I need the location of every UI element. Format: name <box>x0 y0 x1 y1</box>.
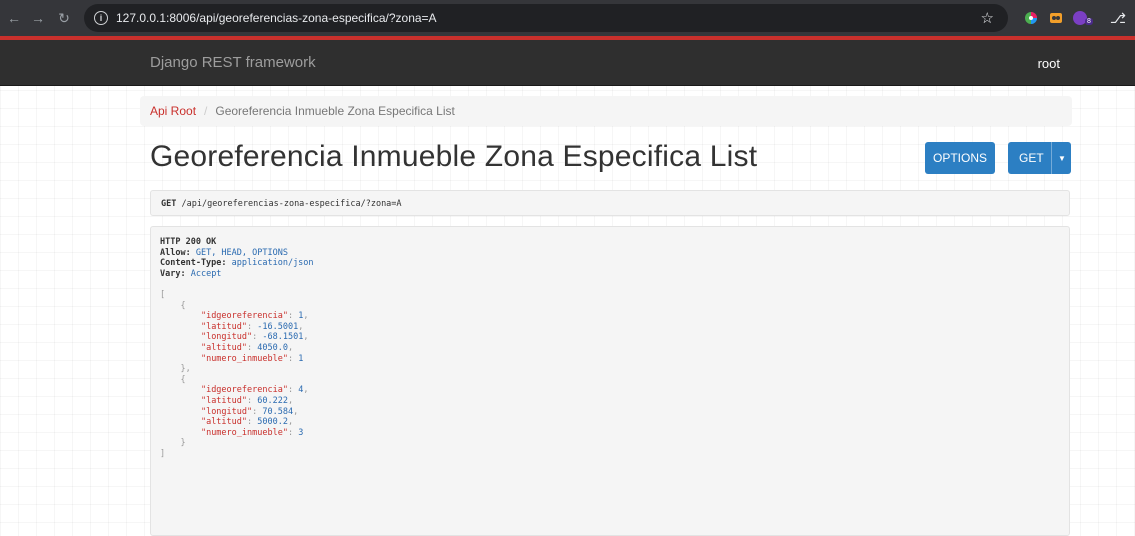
json-value: -68.1501 <box>262 332 304 343</box>
json-close-brace: } <box>160 438 186 449</box>
json-row: "numero_inmueble": 3 <box>200 427 304 438</box>
extensions-puzzle-icon[interactable]: ⎇ <box>1108 10 1128 27</box>
json-close-bracket: ] <box>160 448 166 459</box>
json-row: "altitud": 5000.2, <box>200 417 294 428</box>
header-value: GET, HEAD, OPTIONS <box>195 247 288 258</box>
extension-badge: 8 <box>1085 18 1093 25</box>
reload-icon[interactable]: ↻ <box>54 10 74 27</box>
star-icon[interactable]: ☆ <box>981 9 994 27</box>
json-value: 5000.2 <box>257 417 288 428</box>
browser-toolbar: ← → ↻ i 127.0.0.1:8006/api/georeferencia… <box>0 0 1135 36</box>
options-button-label: OPTIONS <box>932 151 987 165</box>
top-navbar: Django REST framework root <box>0 40 1135 86</box>
json-row: "idgeoreferencia": 4, <box>200 385 309 396</box>
color-extension-icon[interactable] <box>1023 10 1039 26</box>
json-value: 4050.0 <box>257 342 288 353</box>
header-key: Content-Type: <box>160 258 227 269</box>
json-row: "numero_inmueble": 1 <box>200 353 304 364</box>
json-value: 60.222 <box>257 395 288 406</box>
json-row: "latitud": 60.222, <box>200 395 294 406</box>
breadcrumb-current: Georeferencia Inmueble Zona Especifica L… <box>215 104 455 118</box>
json-value: -16.5001 <box>257 321 299 332</box>
puzzle-extension-icon[interactable] <box>1048 10 1064 26</box>
info-icon[interactable]: i <box>94 11 108 25</box>
header-key: Vary: <box>160 268 186 279</box>
request-method: GET <box>161 199 177 209</box>
json-open-brace: { <box>160 374 186 385</box>
header-value: application/json <box>231 258 314 269</box>
user-menu[interactable]: root <box>1038 56 1060 71</box>
breadcrumb-separator: / <box>204 104 208 118</box>
address-bar[interactable]: i 127.0.0.1:8006/api/georeferencias-zona… <box>84 4 1008 32</box>
address-url[interactable]: 127.0.0.1:8006/api/georeferencias-zona-e… <box>116 11 437 25</box>
response-status: HTTP 200 OK <box>160 237 217 247</box>
json-close-brace: }, <box>160 364 191 375</box>
brand-link[interactable]: Django REST framework <box>150 54 316 71</box>
options-button[interactable]: OPTIONS <box>925 142 995 174</box>
json-value: 3 <box>298 427 304 438</box>
arrow-right-icon[interactable]: → <box>28 10 48 26</box>
get-button[interactable]: GET ▼ <box>1008 142 1071 174</box>
page-title: Georeferencia Inmueble Zona Especifica L… <box>150 140 758 173</box>
json-open-brace: { <box>160 300 186 311</box>
json-row: "idgeoreferencia": 1, <box>200 311 309 322</box>
json-value: 70.584 <box>262 406 294 417</box>
json-row: "longitud": -68.1501, <box>200 332 309 343</box>
get-button-label: GET <box>1019 151 1044 165</box>
json-value: 1 <box>298 353 304 364</box>
breadcrumb-api-root[interactable]: Api Root <box>150 104 196 118</box>
chevron-down-icon[interactable]: ▼ <box>1051 142 1072 174</box>
response-info: HTTP 200 OK Allow: GET, HEAD, OPTIONS Co… <box>150 226 1070 536</box>
json-row: "latitud": -16.5001, <box>200 321 304 332</box>
header-value: Accept <box>190 268 222 279</box>
arrow-left-icon[interactable]: ← <box>4 10 24 26</box>
breadcrumb: Api Root / Georeferencia Inmueble Zona E… <box>140 96 1072 126</box>
json-open-bracket: [ <box>160 289 166 300</box>
request-info: GET /api/georeferencias-zona-especifica/… <box>150 190 1070 216</box>
request-path: /api/georeferencias-zona-especifica/?zon… <box>181 199 402 209</box>
header-key: Allow: <box>160 247 191 258</box>
json-row: "longitud": 70.584, <box>200 406 299 417</box>
json-row: "altitud": 4050.0, <box>200 342 294 353</box>
